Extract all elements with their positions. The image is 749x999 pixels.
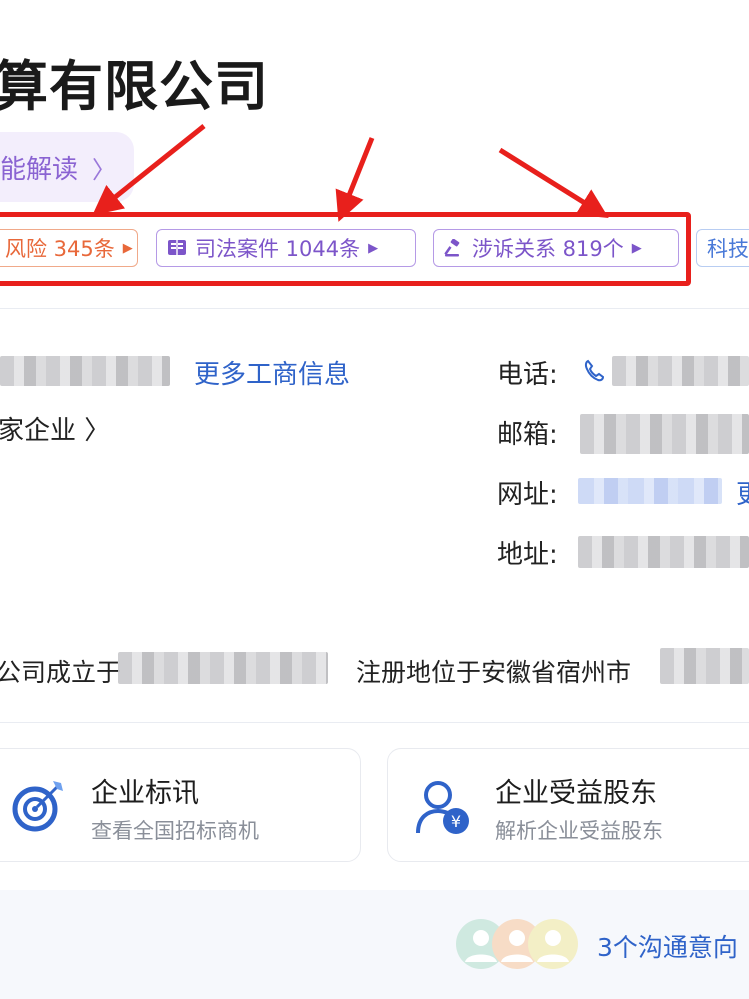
- company-intro-part1: 公司成立于: [0, 658, 122, 687]
- redacted-email: [580, 414, 749, 454]
- address-label: 地址:: [497, 540, 558, 570]
- phone-icon[interactable]: [582, 358, 606, 384]
- website-more-link[interactable]: 更: [736, 474, 749, 511]
- phone-label: 电话:: [497, 360, 558, 390]
- section-divider: [0, 722, 749, 723]
- chevron-right-icon: 〉: [84, 416, 111, 446]
- card-bidding-info[interactable]: 企业标讯 查看全国招标商机: [0, 748, 361, 862]
- website-label: 网址:: [497, 480, 558, 510]
- redacted-website[interactable]: [578, 478, 722, 504]
- redacted-founding-date: [118, 652, 328, 684]
- card-subtitle: 查看全国招标商机: [91, 819, 259, 843]
- redacted-address: [578, 536, 749, 568]
- annotation-arrow-middle: [335, 137, 375, 222]
- redacted-registration-address: [660, 648, 749, 684]
- section-divider: [0, 308, 749, 309]
- more-business-info-link[interactable]: 更多工商信息: [194, 354, 350, 391]
- redacted-phone: [612, 356, 749, 386]
- card-title: 企业受益股东: [495, 778, 657, 809]
- avatar-group: [456, 919, 578, 969]
- avatar: [528, 919, 578, 969]
- card-subtitle: 解析企业受益股东: [495, 819, 663, 843]
- annotation-arrows: [92, 124, 609, 222]
- related-companies-label: 家企业: [0, 416, 77, 446]
- card-title: 企业标讯: [91, 778, 199, 809]
- related-companies-link[interactable]: 家企业 〉: [0, 410, 110, 447]
- target-icon: [12, 781, 63, 832]
- svg-text:¥: ¥: [451, 812, 461, 831]
- shareholder-icon: ¥: [416, 781, 469, 834]
- annotation-arrow-left: [92, 124, 206, 216]
- communication-intent-link[interactable]: 3个沟通意向: [597, 928, 738, 964]
- card-beneficial-owners[interactable]: ¥ 企业受益股东 解析企业受益股东: [387, 748, 749, 862]
- redacted-registration-info: [0, 356, 170, 386]
- email-label: 邮箱:: [497, 420, 558, 450]
- annotation-arrow-right: [498, 147, 609, 218]
- company-intro-part2: 注册地位于安徽省宿州市: [356, 658, 632, 687]
